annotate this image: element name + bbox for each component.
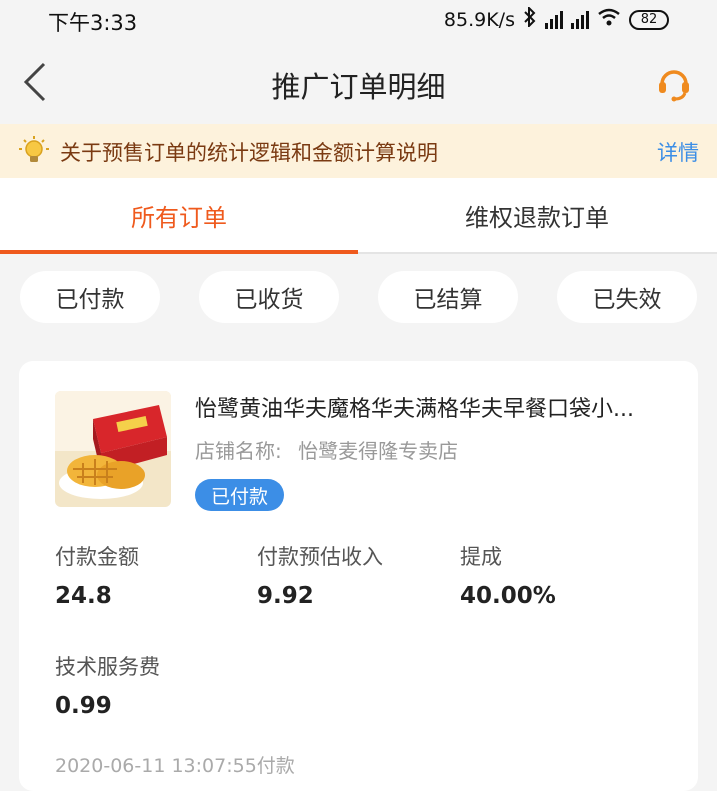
battery-icon: 82 <box>629 9 669 30</box>
metric-label: 技术服务费 <box>55 655 160 679</box>
metric-service-fee: 技术服务费 0.99 <box>55 651 160 719</box>
lightbulb-icon <box>18 135 50 167</box>
order-card[interactable]: 怡鹭黄油华夫魔格华夫满格华夫早餐口袋小... 店铺名称: 怡鹭麦得隆专卖店 已付… <box>19 361 698 791</box>
shop-label: 店铺名称: <box>195 439 282 463</box>
signal-icon <box>571 10 589 29</box>
filter-received[interactable]: 已收货 <box>199 271 339 323</box>
metric-label: 付款预估收入 <box>257 545 383 569</box>
metric-commission-rate: 提成 40.00% <box>460 541 556 609</box>
filter-invalid[interactable]: 已失效 <box>557 271 697 323</box>
shop-info: 店铺名称: 怡鹭麦得隆专卖店 <box>195 435 468 464</box>
metric-value: 40.00% <box>460 583 556 609</box>
metric-payment-amount: 付款金额 24.8 <box>55 541 139 609</box>
page-title: 推广订单明细 <box>271 70 446 104</box>
order-tabs: 所有订单 维权退款订单 <box>0 178 717 254</box>
tab-refund-orders[interactable]: 维权退款订单 <box>358 178 716 252</box>
wifi-icon <box>597 8 621 31</box>
metric-label: 提成 <box>460 545 502 569</box>
status-bar: 下午3:33 85.9K/s 82 <box>0 0 717 40</box>
notice-text: 关于预售订单的统计逻辑和金额计算说明 <box>60 141 438 165</box>
metric-value: 9.92 <box>257 583 314 609</box>
status-filters: 已付款 已收货 已结算 已失效 <box>0 254 717 340</box>
filter-settled[interactable]: 已结算 <box>378 271 518 323</box>
status-badge: 已付款 <box>195 479 285 511</box>
hd-signal-icon <box>545 10 563 29</box>
bluetooth-icon <box>523 5 537 32</box>
order-timestamp: 2020-06-11 13:07:55付款 <box>55 755 295 777</box>
network-speed: 85.9K/s <box>443 8 515 31</box>
status-indicators: 85.9K/s 82 <box>443 5 669 32</box>
metric-value: 24.8 <box>55 583 112 609</box>
metric-value: 0.99 <box>55 693 112 719</box>
nav-bar: 推广订单明细 <box>0 40 717 124</box>
metric-estimated-income: 付款预估收入 9.92 <box>257 541 383 609</box>
product-image <box>55 391 171 507</box>
tab-all-orders[interactable]: 所有订单 <box>0 178 358 252</box>
status-time: 下午3:33 <box>48 11 138 35</box>
notice-detail-link[interactable]: 详情 <box>657 137 699 167</box>
filter-paid[interactable]: 已付款 <box>20 271 160 323</box>
presale-notice-banner[interactable]: 关于预售订单的统计逻辑和金额计算说明 详情 <box>0 124 717 178</box>
headset-icon[interactable] <box>655 64 693 102</box>
product-title: 怡鹭黄油华夫魔格华夫满格华夫早餐口袋小... <box>195 397 634 422</box>
metric-label: 付款金额 <box>55 545 139 569</box>
shop-name: 怡鹭麦得隆专卖店 <box>298 439 459 463</box>
